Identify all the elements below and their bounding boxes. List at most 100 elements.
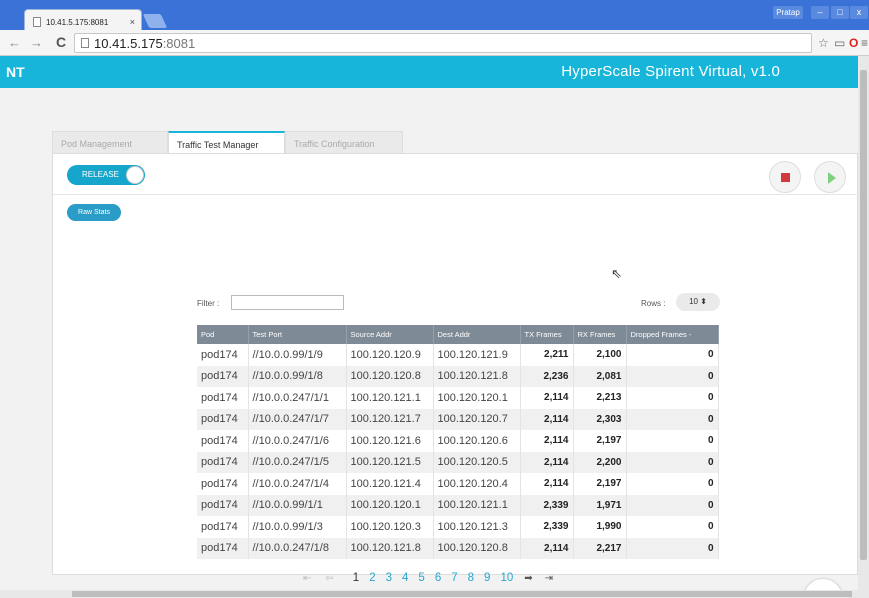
page-link-4[interactable]: 4	[402, 572, 408, 584]
cell-test-port: //10.0.0.247/1/1	[248, 387, 347, 409]
page-link-7[interactable]: 7	[451, 572, 457, 584]
column-header-pod[interactable]: Pod	[197, 325, 249, 344]
tab-pod-management[interactable]: Pod Management	[52, 131, 168, 153]
page-link-10[interactable]: 10	[500, 572, 513, 584]
raw-stats-button[interactable]: Raw Stats	[67, 204, 121, 221]
column-header-source-addr[interactable]: Source Addr	[346, 325, 434, 344]
new-tab-button[interactable]	[142, 14, 168, 28]
horizontal-scrollbar[interactable]	[0, 590, 869, 598]
cell-dropped-frames: 0	[626, 516, 719, 538]
launch-fab-button[interactable]	[803, 578, 843, 590]
reload-icon[interactable]: C	[56, 34, 66, 50]
column-header-dropped-frames[interactable]: Dropped Frames -	[626, 325, 719, 344]
cell-dropped-frames: 0	[626, 344, 719, 366]
cell-source-addr: 100.120.121.7	[346, 408, 434, 430]
cell-dest-addr: 100.120.120.7	[433, 408, 521, 430]
table-header-row: Pod Test Port Source Addr Dest Addr TX F…	[197, 325, 719, 344]
cell-test-port: //10.0.0.247/1/4	[248, 473, 347, 495]
page-link-2[interactable]: 2	[369, 572, 375, 584]
column-header-dest-addr[interactable]: Dest Addr	[433, 325, 521, 344]
page-link-5[interactable]: 5	[418, 572, 424, 584]
back-icon[interactable]: ←	[8, 35, 21, 51]
cell-pod: pod174	[197, 365, 249, 387]
address-bar[interactable]: 10.41.5.175:8081	[74, 33, 812, 53]
cell-test-port: //10.0.0.99/1/3	[248, 516, 347, 538]
cell-tx-frames: 2,211	[520, 344, 574, 366]
cell-pod: pod174	[197, 344, 249, 366]
filter-input[interactable]	[231, 295, 344, 310]
menu-icon[interactable]: ≡	[861, 36, 868, 50]
page-viewport: NT HyperScale Spirent Virtual, v1.0 Pod …	[0, 56, 858, 590]
cell-dropped-frames: 0	[626, 387, 719, 409]
table-row[interactable]: pod174//10.0.0.247/1/8 100.120.121.8 100.1…	[197, 537, 719, 559]
stop-button[interactable]	[769, 161, 801, 193]
maximize-button[interactable]: □	[831, 6, 849, 19]
cell-dest-addr: 100.120.121.9	[433, 344, 521, 366]
cell-test-port: //10.0.0.99/1/9	[248, 344, 347, 366]
rows-select[interactable]: 10 ⬍	[676, 293, 720, 311]
cell-source-addr: 100.120.120.9	[346, 344, 434, 366]
scrollbar-thumb[interactable]	[860, 70, 867, 560]
divider	[53, 194, 858, 195]
release-toggle[interactable]: RELEASE	[67, 165, 145, 185]
cast-icon[interactable]: ▭	[834, 36, 845, 50]
page-link-8[interactable]: 8	[468, 572, 474, 584]
browser-tab[interactable]: 10.41.5.175:8081 ×	[24, 9, 142, 30]
cell-tx-frames: 2,114	[520, 387, 574, 409]
cell-source-addr: 100.120.121.6	[346, 430, 434, 452]
page-link-1[interactable]: 1	[353, 572, 359, 584]
cell-rx-frames: 2,100	[573, 344, 627, 366]
url-port: :8081	[162, 35, 196, 51]
table-row[interactable]: pod174//10.0.0.247/1/5 100.120.121.5 100.1…	[197, 451, 719, 473]
cell-test-port: //10.0.0.247/1/8	[248, 537, 347, 559]
close-window-button[interactable]: x	[850, 6, 868, 19]
tab-traffic-test-manager[interactable]: Traffic Test Manager	[168, 131, 285, 153]
cell-rx-frames: 2,197	[573, 430, 627, 452]
cell-pod: pod174	[197, 537, 249, 559]
rows-label: Rows :	[641, 299, 666, 308]
next-page-icon[interactable]: ➡	[524, 573, 532, 584]
cell-pod: pod174	[197, 473, 249, 495]
vertical-scrollbar[interactable]	[858, 56, 869, 590]
cell-rx-frames: 2,200	[573, 451, 627, 473]
prev-page-icon[interactable]: ⇦	[325, 573, 333, 584]
column-header-test-port[interactable]: Test Port	[248, 325, 347, 344]
table-row[interactable]: pod174//10.0.0.99/1/3 100.120.120.3 100.12…	[197, 516, 719, 538]
column-header-tx-frames[interactable]: TX Frames	[520, 325, 574, 344]
table-row[interactable]: pod174//10.0.0.99/1/8 100.120.120.8 100.12…	[197, 365, 719, 387]
cell-test-port: //10.0.0.247/1/5	[248, 451, 347, 473]
cell-dropped-frames: 0	[626, 408, 719, 430]
cell-dropped-frames: 0	[626, 430, 719, 452]
page-link-3[interactable]: 3	[386, 572, 392, 584]
cell-rx-frames: 2,081	[573, 365, 627, 387]
close-tab-icon[interactable]: ×	[130, 17, 135, 27]
first-page-icon[interactable]: ⇤	[303, 573, 311, 584]
table-row[interactable]: pod174//10.0.0.247/1/4 100.120.121.4 100.1…	[197, 473, 719, 495]
scrollbar-thumb[interactable]	[72, 591, 852, 597]
page-link-6[interactable]: 6	[435, 572, 441, 584]
cell-tx-frames: 2,236	[520, 365, 574, 387]
column-header-rx-frames[interactable]: RX Frames	[573, 325, 627, 344]
tab-traffic-configuration[interactable]: Traffic Configuration	[285, 131, 403, 153]
page-link-9[interactable]: 9	[484, 572, 490, 584]
table-row[interactable]: pod174//10.0.0.247/1/7 100.120.121.7 100.1…	[197, 408, 719, 430]
cell-rx-frames: 1,990	[573, 516, 627, 538]
minimize-button[interactable]: –	[811, 6, 829, 19]
browser-tab-title: 10.41.5.175:8081	[46, 17, 109, 27]
start-button[interactable]	[814, 161, 846, 193]
cell-pod: pod174	[197, 451, 249, 473]
table-row[interactable]: pod174//10.0.0.99/1/9 100.120.120.9 100.12…	[197, 344, 719, 366]
toggle-knob	[126, 166, 144, 184]
bookmark-star-icon[interactable]: ☆	[818, 36, 829, 50]
table-row[interactable]: pod174//10.0.0.247/1/1 100.120.121.1 100.1…	[197, 387, 719, 409]
cell-dest-addr: 100.120.120.5	[433, 451, 521, 473]
cell-tx-frames: 2,114	[520, 408, 574, 430]
table-row[interactable]: pod174//10.0.0.247/1/6 100.120.121.6 100.1…	[197, 430, 719, 452]
opera-icon[interactable]: O	[849, 36, 858, 50]
profile-button[interactable]: Pratap	[773, 6, 803, 19]
traffic-test-panel: RELEASE Raw Stats ⇖ Filter : Rows : 10 ⬍…	[52, 153, 858, 584]
last-page-icon[interactable]: ⇥	[545, 573, 553, 584]
table-row[interactable]: pod174//10.0.0.99/1/1 100.120.120.1 100.12…	[197, 494, 719, 516]
forward-icon[interactable]: →	[30, 35, 43, 51]
cell-tx-frames: 2,114	[520, 430, 574, 452]
